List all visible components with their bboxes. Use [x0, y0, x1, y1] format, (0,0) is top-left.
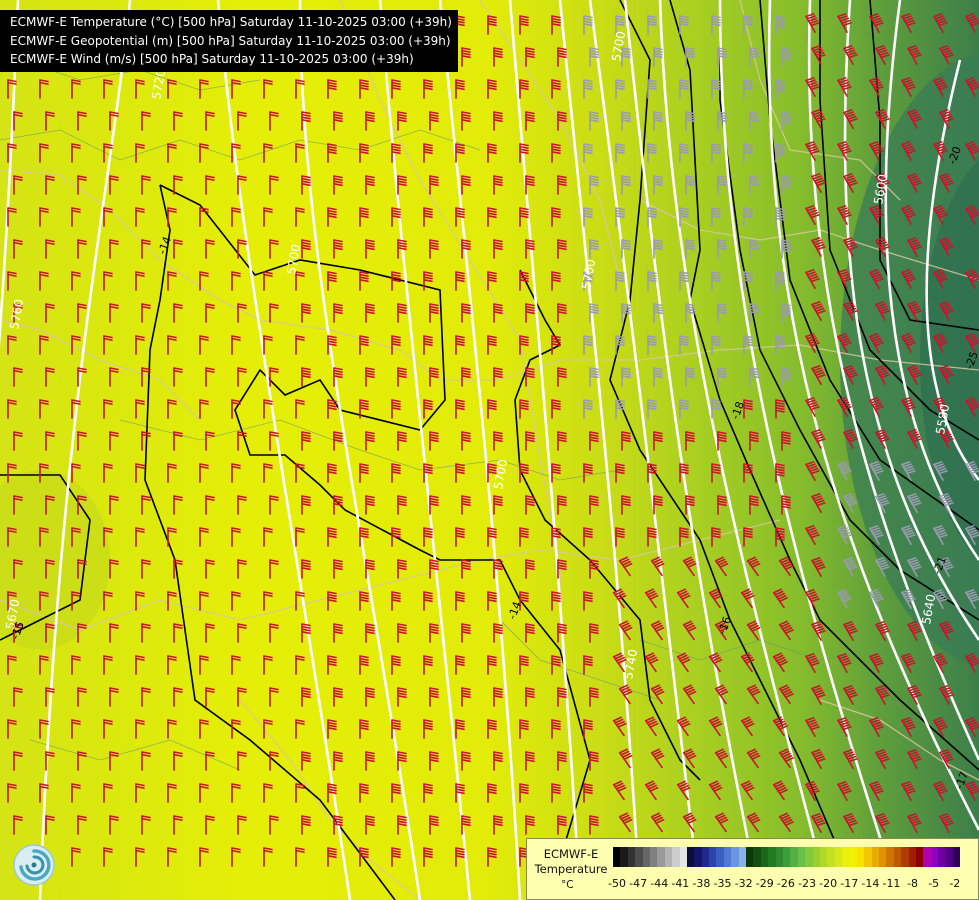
scale-swatch — [657, 847, 665, 867]
scale-swatch — [649, 847, 658, 867]
scale-swatch — [672, 847, 680, 867]
scale-swatch — [856, 847, 865, 867]
scale-swatch — [916, 847, 924, 867]
scale-swatch — [797, 847, 806, 867]
scale-swatch — [620, 847, 628, 867]
scale-swatch — [901, 847, 909, 867]
scale-swatch — [731, 847, 739, 867]
scale-swatch — [886, 847, 894, 867]
scale-swatch — [642, 847, 650, 867]
scale-swatch — [753, 847, 761, 867]
scale-swatch — [827, 847, 835, 867]
scale-swatch — [908, 847, 917, 867]
scale-tick-label: -29 — [755, 877, 774, 890]
title-temperature: ECMWF-E Temperature (°C) [500 hPa] Satur… — [10, 15, 452, 29]
scale-swatch — [738, 847, 747, 867]
scale-swatch — [694, 847, 702, 867]
scale-swatch — [613, 847, 621, 867]
scale-tick-label: -23 — [798, 877, 816, 890]
scale-tick-label: -44 — [650, 877, 669, 890]
scale-tick-labels: -50 -47 -44 -41 -38 -35 -32 -29 -26 -23 -20 -17 -14-… — [608, 877, 973, 891]
scale-swatch — [782, 847, 791, 867]
scale-swatch — [716, 847, 724, 867]
temperature-color-scale: ECMWF-E Temperature °C -50 -47 -44 -41 -38 -3… — [526, 838, 979, 900]
scale-swatch — [746, 847, 754, 867]
title-wind: ECMWF-E Wind (m/s) [500 hPa] Saturday 11… — [10, 52, 414, 66]
scale-tick-label: -38 — [692, 877, 711, 890]
scale-swatch — [760, 847, 769, 867]
scale-swatch — [842, 847, 850, 867]
scale-tick-label: -20 — [819, 877, 838, 890]
scale-swatch — [849, 847, 857, 867]
scale-tick-label: -8 — [907, 877, 919, 890]
scale-swatch — [819, 847, 828, 867]
scale-swatch — [812, 847, 820, 867]
scale-swatch — [938, 847, 946, 867]
logo-icon — [13, 844, 55, 886]
scale-tick-label: -17 — [840, 877, 859, 890]
map-title-box: ECMWF-E Temperature (°C) [500 hPa] Satur… — [0, 10, 458, 72]
scale-tick-label: -35 — [713, 877, 732, 890]
scale-swatch — [930, 847, 939, 867]
scale-swatch — [664, 847, 673, 867]
scale-swatch — [864, 847, 872, 867]
scale-swatch — [893, 847, 902, 867]
scale-title: ECMWF-E Temperature — [531, 847, 611, 877]
scale-tick-label: -41 — [671, 877, 690, 890]
scale-swatch — [686, 847, 695, 867]
scale-swatch — [923, 847, 931, 867]
scale-tick-label: -11 — [882, 877, 901, 890]
scale-variable: Temperature — [534, 862, 608, 876]
scale-color-bar — [613, 847, 961, 867]
scale-unit: °C — [561, 879, 574, 891]
scale-swatch — [679, 847, 687, 867]
scale-tick-label: -50 — [608, 877, 626, 890]
scale-model: ECMWF-E — [543, 847, 599, 861]
weather-map[interactable]: 5700570056005580570056405740576057205700… — [0, 0, 979, 900]
scale-tick-label: -26 — [776, 877, 795, 890]
scale-tick-label: -2 — [949, 877, 961, 890]
scale-tick-label: -5 — [928, 877, 940, 890]
scale-swatch — [701, 847, 710, 867]
scale-swatch — [805, 847, 813, 867]
scale-swatch — [945, 847, 953, 867]
scale-tick-label: -47 — [629, 877, 648, 890]
scale-swatch — [952, 847, 961, 867]
scale-swatch — [871, 847, 880, 867]
scale-swatch — [775, 847, 783, 867]
scale-swatch — [709, 847, 717, 867]
scale-swatch — [879, 847, 887, 867]
title-geopotential: ECMWF-E Geopotential (m) [500 hPa] Satur… — [10, 33, 451, 48]
scale-swatch — [635, 847, 643, 867]
scale-swatch — [768, 847, 776, 867]
scale-swatch — [627, 847, 636, 867]
scale-tick-label: -14 — [861, 877, 880, 890]
scale-swatch — [723, 847, 732, 867]
scale-swatch — [790, 847, 798, 867]
scale-swatch — [834, 847, 843, 867]
scale-tick-label: -32 — [734, 877, 753, 890]
